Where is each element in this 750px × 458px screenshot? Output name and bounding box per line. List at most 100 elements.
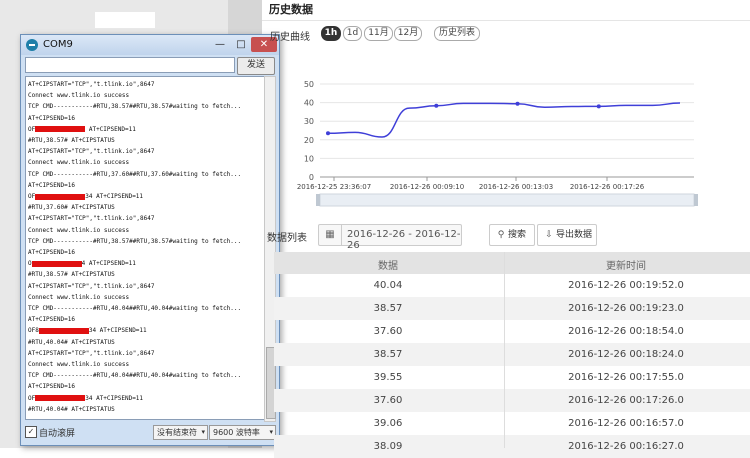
range-handle-left bbox=[316, 194, 320, 206]
x-tick-label: 2016-12-26 00:13:03 bbox=[479, 183, 553, 191]
list-label: 数据列表 bbox=[267, 233, 307, 244]
x-tick-label: 2016-12-25 23:36:07 bbox=[297, 183, 371, 191]
search-icon: ⚲ bbox=[497, 230, 505, 240]
console-line: TCP CMD-----------#RTU,40.04##RTU,40.04#… bbox=[28, 305, 242, 312]
console-line: #RTU,40.04# AT+CIPSTATUS bbox=[28, 405, 115, 413]
cell-time: 2016-12-26 00:17:26.0 bbox=[568, 395, 684, 406]
download-icon: ⇩ bbox=[545, 230, 553, 240]
cell-value: 39.06 bbox=[373, 418, 403, 429]
data-point bbox=[515, 101, 520, 106]
range-tab-0[interactable]: 1h bbox=[321, 26, 341, 41]
chevron-down-icon: ▾ bbox=[269, 428, 273, 436]
console-line: Connect www.tlink.io success bbox=[28, 293, 130, 301]
column-header-time: 更新时间 bbox=[606, 261, 646, 272]
line-ending-select[interactable]: 没有结束符 ▾ bbox=[153, 425, 208, 440]
divider bbox=[262, 20, 750, 21]
table-row[interactable]: 37.60 2016-12-26 00:18:54.0 bbox=[274, 320, 750, 343]
redaction-mark bbox=[31, 260, 82, 267]
table-row[interactable]: 38.57 2016-12-26 00:18:24.0 bbox=[274, 343, 750, 366]
console-line: TCP CMD-----------#RTU,38.57##RTU,38.57#… bbox=[28, 103, 242, 111]
serial-monitor-window: COM9 — □ ✕ 发送 AT+CIPSTART="TCP","t.tlink… bbox=[20, 34, 280, 446]
y-tick-label: 40 bbox=[304, 99, 314, 108]
arduino-icon bbox=[26, 39, 38, 51]
table-row[interactable]: 39.06 2016-12-26 00:16:57.0 bbox=[274, 412, 750, 435]
maximize-icon[interactable]: □ bbox=[231, 37, 251, 52]
console-line: AT+CIPSTART="TCP","t.tlink.io",8647 bbox=[28, 282, 155, 290]
range-tab-4[interactable]: 历史列表 bbox=[434, 26, 480, 41]
console-line: AT+CIPSEND=16 bbox=[28, 249, 75, 256]
console-line: OF 34 AT+CIPSEND=11 bbox=[28, 193, 144, 200]
cell-time: 2016-12-26 00:18:24.0 bbox=[568, 349, 684, 360]
console-line: #RTU,38.57# AT+CIPSTATUS bbox=[28, 137, 115, 144]
serial-output[interactable]: AT+CIPSTART="TCP","t.tlink.io",8647 Conne… bbox=[25, 76, 265, 420]
page-title: 历史数据 bbox=[269, 3, 313, 16]
console-line: #RTU,38.57# AT+CIPSTATUS bbox=[28, 271, 115, 279]
redaction-mark bbox=[38, 327, 89, 334]
x-tick-label: 2016-12-26 00:09:10 bbox=[390, 183, 464, 191]
cell-time: 2016-12-26 00:19:23.0 bbox=[568, 303, 684, 314]
cell-time: 2016-12-26 00:16:27.0 bbox=[568, 441, 684, 452]
title-bar[interactable]: COM9 — □ ✕ bbox=[21, 35, 279, 55]
history-line-chart: 0 10 20 30 40 50 2016-12-25 23:36:07 2016-12-26… bbox=[297, 80, 698, 207]
table-row[interactable]: 38.57 2016-12-26 00:19:23.0 bbox=[274, 297, 750, 320]
data-point bbox=[596, 104, 601, 109]
range-tab-2[interactable]: 11月 bbox=[364, 26, 393, 41]
export-button[interactable]: ⇩ 导出数据 bbox=[537, 224, 597, 246]
cell-time: 2016-12-26 00:19:52.0 bbox=[568, 280, 684, 291]
table-row[interactable]: 37.60 2016-12-26 00:17:26.0 bbox=[274, 389, 750, 412]
date-range-text: 2016-12-26 - 2016-12-26 bbox=[347, 229, 461, 251]
range-tab-3[interactable]: 12月 bbox=[394, 26, 422, 41]
table-row[interactable]: 38.09 2016-12-26 00:16:27.0 bbox=[274, 435, 750, 458]
y-tick-label: 0 bbox=[309, 173, 314, 182]
cell-time: 2016-12-26 00:17:55.0 bbox=[568, 372, 684, 383]
autoscroll-checkbox[interactable]: ✓ bbox=[25, 426, 37, 438]
cell-time: 2016-12-26 00:16:57.0 bbox=[568, 418, 684, 429]
baud-rate-select[interactable]: 9600 波特率 ▾ bbox=[209, 425, 276, 440]
minimize-icon[interactable]: — bbox=[210, 37, 230, 52]
y-tick-label: 10 bbox=[304, 154, 314, 163]
console-line: TCP CMD-----------#RTU,40.04##RTU,40.04#… bbox=[28, 372, 242, 380]
console-line: AT+CIPSTART="TCP","t.tlink.io",8647 bbox=[28, 148, 155, 156]
curve-label: 历史曲线 bbox=[270, 32, 310, 43]
console-line: Connect www.tlink.io success bbox=[28, 226, 130, 234]
redaction-mark bbox=[35, 126, 86, 133]
cell-value: 38.57 bbox=[373, 349, 403, 360]
console-line: TCP CMD-----------#RTU,38.57##RTU,38.57#… bbox=[28, 237, 242, 245]
y-tick-label: 20 bbox=[304, 136, 314, 145]
send-row: 发送 bbox=[25, 57, 275, 75]
console-line: OF 34 AT+CIPSEND=11 bbox=[28, 394, 144, 402]
data-point bbox=[326, 131, 330, 136]
search-button[interactable]: ⚲ 搜索 bbox=[489, 224, 535, 246]
console-line: Connect www.tlink.io success bbox=[28, 361, 130, 368]
cell-value: 38.09 bbox=[373, 441, 403, 452]
cell-value: 37.60 bbox=[373, 326, 403, 337]
table-row[interactable]: 39.55 2016-12-26 00:17:55.0 bbox=[274, 366, 750, 389]
console-line: AT+CIPSEND=16 bbox=[28, 316, 75, 324]
table-row[interactable]: 40.04 2016-12-26 00:19:52.0 bbox=[274, 274, 750, 297]
column-header-value: 数据 bbox=[378, 261, 398, 272]
console-line: AT+CIPSTART="TCP","t.tlink.io",8647 bbox=[28, 215, 155, 223]
date-range-picker[interactable]: ▦ 2016-12-26 - 2016-12-26 bbox=[318, 224, 462, 251]
console-line: AT+CIPSEND=16 bbox=[28, 383, 75, 391]
y-tick-label: 50 bbox=[304, 80, 314, 89]
cell-value: 40.04 bbox=[373, 280, 403, 291]
series-line bbox=[327, 102, 681, 138]
cell-time: 2016-12-26 00:18:54.0 bbox=[568, 326, 684, 337]
y-tick-label: 30 bbox=[304, 117, 314, 126]
range-handle-right bbox=[694, 194, 698, 206]
console-line: AT+CIPSTART="TCP","t.tlink.io",8647 bbox=[28, 349, 155, 357]
console-line: OF AT+CIPSEND=11 bbox=[28, 125, 136, 133]
cell-value: 37.60 bbox=[373, 395, 403, 406]
window-title: COM9 bbox=[43, 39, 73, 50]
console-line: #RTU,40.04# AT+CIPSTATUS bbox=[28, 338, 115, 346]
send-input[interactable] bbox=[25, 57, 235, 73]
bottom-bar: ✓ 自动滚屏 没有结束符 ▾ 9600 波特率 ▾ bbox=[25, 423, 276, 441]
calendar-icon: ▦ bbox=[319, 225, 342, 245]
console-line: Connect www.tlink.io success bbox=[28, 92, 130, 100]
data-point bbox=[434, 103, 439, 108]
console-line: AT+CIPSEND=16 bbox=[28, 114, 75, 122]
console-line: OF8 34 AT+CIPSEND=11 bbox=[28, 327, 147, 335]
range-tab-1[interactable]: 1d bbox=[343, 26, 362, 41]
console-line: TCP CMD-----------#RTU,37.60##RTU,37.60#… bbox=[28, 170, 242, 178]
x-tick-label: 2016-12-26 00:17:26 bbox=[570, 183, 645, 191]
